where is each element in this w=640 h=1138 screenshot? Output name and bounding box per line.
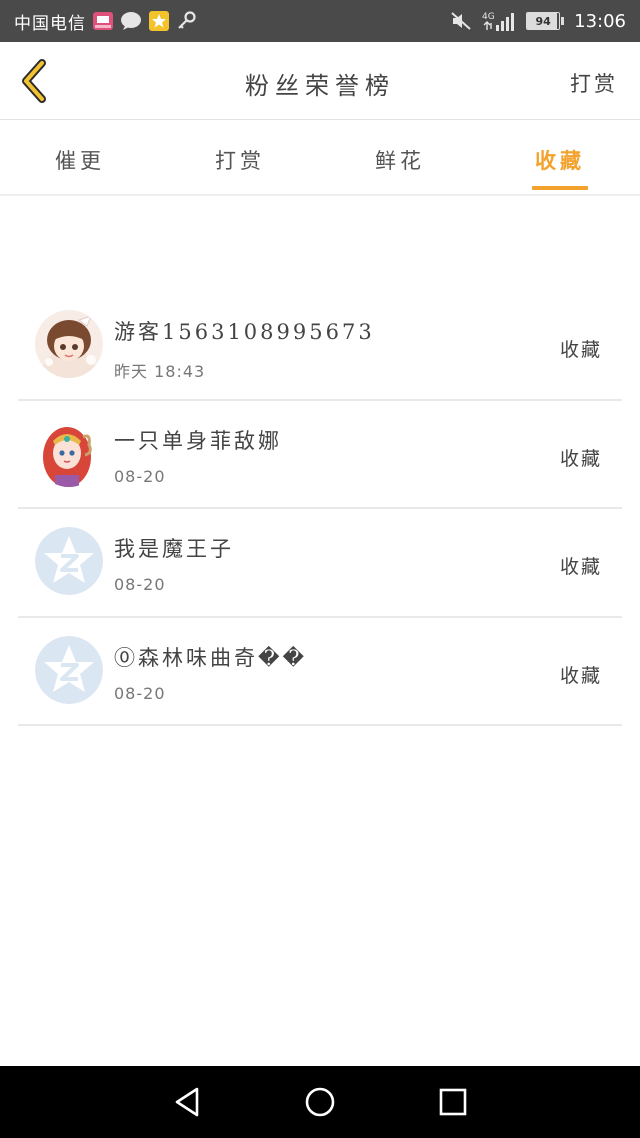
- app-store-icon: [92, 10, 114, 32]
- list-item[interactable]: ⓪森林味曲奇�� 08-20 收藏: [18, 618, 622, 726]
- status-bar: 中国电信 4G 94 13:06: [0, 0, 640, 42]
- battery-body: 94: [526, 12, 561, 30]
- active-tab-indicator: [532, 186, 588, 190]
- list-item[interactable]: 游客1563108995673 昨天 18:43 收藏: [18, 292, 622, 401]
- reward-button[interactable]: 打赏: [570, 68, 618, 98]
- chat-bubble-icon: [120, 11, 142, 31]
- fan-name: 游客1563108995673: [114, 320, 375, 344]
- star-app-icon: [148, 10, 170, 32]
- tab-label: 鲜花: [375, 149, 425, 173]
- anime-red-hair-avatar[interactable]: [35, 418, 103, 487]
- status-right: 4G 94 13:06: [450, 10, 626, 32]
- list-item[interactable]: 一只单身菲敌娜 08-20 收藏: [18, 401, 622, 509]
- nav-back-button[interactable]: [157, 1072, 217, 1132]
- signal-icon: 4G: [482, 10, 516, 32]
- tab-reward[interactable]: 打赏: [160, 121, 320, 194]
- fan-name: 一只单身菲敌娜: [114, 428, 282, 453]
- default-star-avatar[interactable]: [35, 635, 103, 704]
- fan-name: 我是魔王子: [114, 537, 234, 561]
- nav-home-button[interactable]: [290, 1072, 350, 1132]
- network-type-label: 4G: [482, 12, 495, 22]
- fan-time: 08-20: [114, 575, 166, 594]
- status-left: 中国电信: [14, 9, 196, 34]
- key-icon: [176, 11, 196, 31]
- action-label: 收藏: [559, 447, 602, 470]
- tab-favorites[interactable]: 收藏: [480, 121, 640, 194]
- nav-recents-button[interactable]: [423, 1072, 483, 1132]
- recents-square-icon: [440, 1088, 467, 1116]
- tab-label: 打赏: [215, 149, 265, 173]
- fan-time: 昨天 18:43: [114, 362, 206, 381]
- carrier-label: 中国电信: [14, 13, 86, 34]
- clock: 13:06: [574, 10, 626, 32]
- back-triangle-icon: [175, 1087, 198, 1117]
- fan-name: ⓪森林味曲奇��: [114, 645, 308, 670]
- tab-bar: 催更 打赏 鲜花 收藏: [0, 121, 640, 196]
- page-title: 粉丝荣誉榜: [245, 72, 395, 100]
- default-star-avatar[interactable]: [35, 527, 103, 595]
- fan-time: 08-20: [114, 466, 166, 486]
- battery-percent: 94: [535, 14, 551, 28]
- fan-time: 08-20: [114, 683, 166, 703]
- battery-tip: [561, 17, 565, 25]
- home-circle-icon: [305, 1087, 335, 1117]
- list-item[interactable]: 我是魔王子 08-20 收藏: [18, 509, 622, 618]
- action-label: 收藏: [559, 664, 602, 687]
- header: 粉丝荣誉榜 打赏: [0, 42, 640, 120]
- action-label: 收藏: [559, 339, 602, 361]
- action-label: 收藏: [559, 556, 602, 578]
- tab-label: 催更: [55, 149, 105, 173]
- mute-icon: [450, 11, 472, 31]
- fan-list: 游客1563108995673 昨天 18:43 收藏 一只单身菲敌娜 08-2…: [18, 292, 622, 726]
- battery-icon: 94: [526, 12, 565, 30]
- system-nav-bar: [0, 1066, 640, 1138]
- tab-urge-update[interactable]: 催更: [0, 121, 160, 194]
- anime-girl-avatar[interactable]: [35, 310, 103, 378]
- tab-flowers[interactable]: 鲜花: [320, 121, 480, 194]
